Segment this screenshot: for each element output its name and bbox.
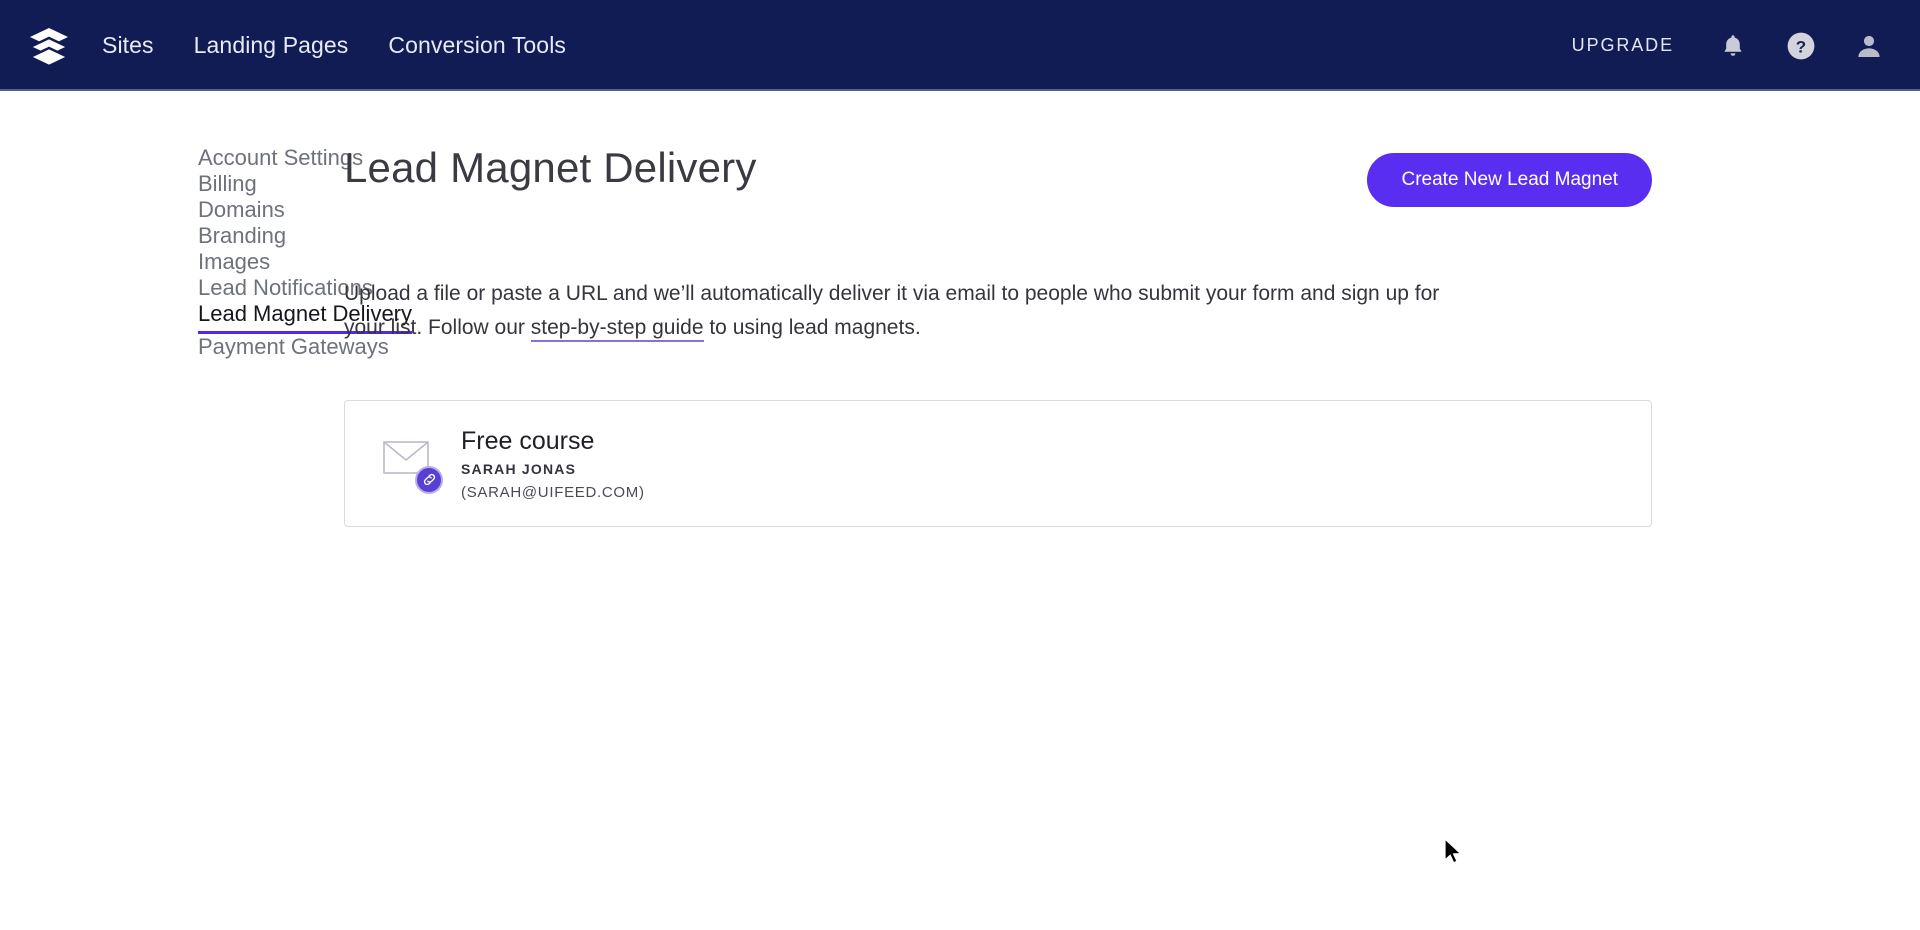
lead-magnet-card[interactable]: Free course SARAH JONAS (SARAH@UIFEED.CO… xyxy=(344,400,1652,528)
intro-description: Upload a file or paste a URL and we’ll a… xyxy=(344,277,1484,345)
help-circle-icon[interactable]: ? xyxy=(1784,29,1818,63)
layers-logo-icon[interactable] xyxy=(22,19,76,73)
upgrade-link[interactable]: UPGRADE xyxy=(1572,35,1674,56)
lead-magnet-title: Free course xyxy=(461,427,595,456)
svg-text:?: ? xyxy=(1796,37,1806,56)
mouse-cursor xyxy=(1444,837,1466,868)
page-title: Lead Magnet Delivery xyxy=(344,144,757,191)
nav-item-sites[interactable]: Sites xyxy=(102,32,154,59)
primary-nav: Sites Landing Pages Conversion Tools xyxy=(102,32,566,59)
sidebar-item-branding[interactable]: Branding xyxy=(198,223,286,249)
header-actions: UPGRADE ? xyxy=(1572,29,1892,63)
settings-sidebar: Account Settings Billing Domains Brandin… xyxy=(0,145,413,527)
notification-bell-icon[interactable] xyxy=(1716,29,1750,63)
nav-item-conversion-tools[interactable]: Conversion Tools xyxy=(388,32,566,59)
link-badge-icon xyxy=(415,465,443,494)
lead-magnet-details: Free course SARAH JONAS (SARAH@UIFEED.CO… xyxy=(461,426,645,500)
top-navigation-bar: Sites Landing Pages Conversion Tools UPG… xyxy=(0,0,1920,91)
sidebar-item-images[interactable]: Images xyxy=(198,249,270,275)
nav-item-landing-pages[interactable]: Landing Pages xyxy=(194,32,349,59)
page-body: Account Settings Billing Domains Brandin… xyxy=(0,91,1920,528)
sidebar-item-domains[interactable]: Domains xyxy=(198,197,285,223)
intro-text-after-link: to using lead magnets. xyxy=(703,316,921,340)
create-new-lead-magnet-button[interactable]: Create New Lead Magnet xyxy=(1367,153,1652,207)
user-avatar-icon[interactable] xyxy=(1852,29,1886,63)
lead-magnet-owner: SARAH JONAS xyxy=(461,460,577,477)
sidebar-item-billing[interactable]: Billing xyxy=(198,171,257,197)
envelope-link-icon xyxy=(383,438,443,494)
content-header: Lead Magnet Delivery Create New Lead Mag… xyxy=(344,144,1652,207)
sidebar-item-account-settings[interactable]: Account Settings xyxy=(198,145,363,171)
main-content: Lead Magnet Delivery Create New Lead Mag… xyxy=(344,144,1824,528)
lead-magnet-email: (SARAH@UIFEED.COM) xyxy=(461,483,645,501)
step-by-step-guide-link[interactable]: step-by-step guide xyxy=(530,316,704,343)
